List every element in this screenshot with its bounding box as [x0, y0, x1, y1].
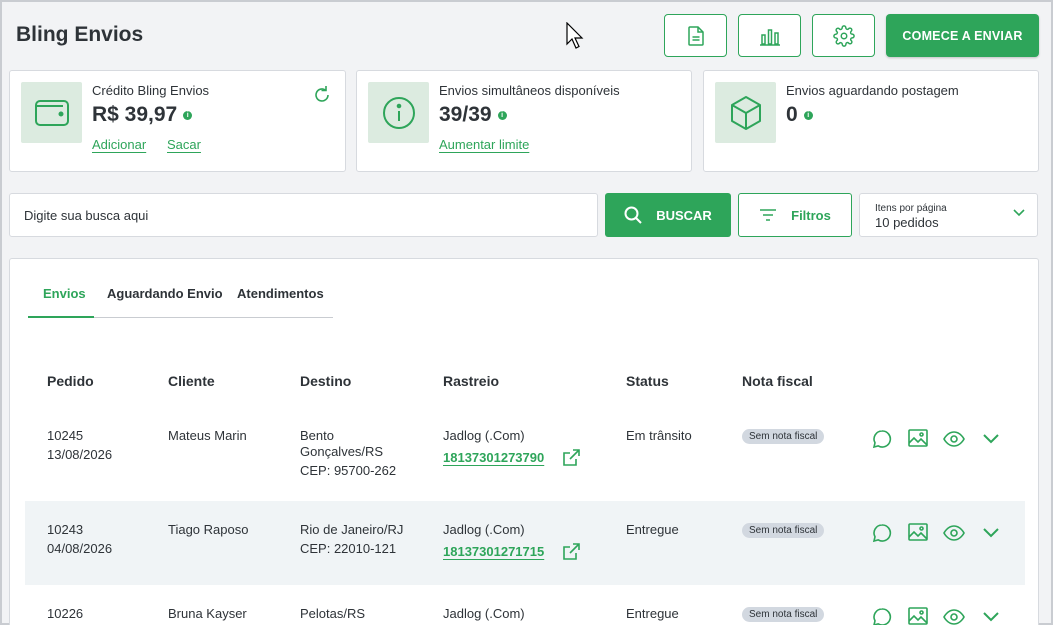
- search-icon: [624, 206, 642, 224]
- search-field: [9, 193, 598, 237]
- items-per-page-select[interactable]: Itens por página 10 pedidos: [859, 193, 1038, 237]
- image-icon[interactable]: [908, 607, 928, 625]
- carrier-name: Jadlog (.Com): [443, 606, 525, 621]
- wallet-icon: [21, 82, 82, 143]
- filters-button[interactable]: Filtros: [738, 193, 852, 237]
- status-text: Entregue: [626, 606, 679, 621]
- column-header-status: Status: [626, 373, 669, 389]
- shipments-panel: Envios Aguardando Envio Atendimentos Ped…: [9, 258, 1039, 625]
- destination-city: Rio de Janeiro/RJ: [300, 522, 404, 537]
- info-circle-icon: [368, 82, 429, 143]
- chevron-down-icon[interactable]: [983, 528, 999, 538]
- simultaneous-card: Envios simultâneos disponíveis 39/39 i A…: [356, 70, 692, 172]
- filters-label: Filtros: [791, 207, 831, 223]
- table-row: 10226 Bruna Kayser Pelotas/RS Jadlog (.C…: [25, 587, 1025, 625]
- search-button[interactable]: BUSCAR: [605, 193, 731, 237]
- column-header-pedido: Pedido: [47, 373, 94, 389]
- column-header-nota-fiscal: Nota fiscal: [742, 373, 813, 389]
- add-credit-link[interactable]: Adicionar: [92, 137, 146, 152]
- eye-icon[interactable]: [943, 431, 965, 447]
- customer-name: Mateus Marin: [168, 428, 247, 443]
- chat-icon[interactable]: [872, 429, 892, 449]
- per-page-value: 10 pedidos: [875, 215, 939, 230]
- invoice-badge: Sem nota fiscal: [742, 523, 825, 538]
- awaiting-card: Envios aguardando postagem 0 i: [703, 70, 1039, 172]
- destination-state: Gonçalves/RS: [300, 444, 384, 459]
- header: Bling Envios COMECE A ENVIAR: [2, 2, 1051, 72]
- status-text: Entregue: [626, 522, 679, 537]
- table-row: 10245 13/08/2026 Mateus Marin Bento Gonç…: [25, 409, 1025, 499]
- tracking-link[interactable]: 18137301271715: [443, 543, 544, 561]
- external-link-icon[interactable]: [562, 449, 580, 467]
- refresh-icon[interactable]: [313, 84, 331, 104]
- withdraw-link[interactable]: Sacar: [167, 137, 201, 152]
- document-icon: [687, 25, 704, 46]
- tab-atendimentos[interactable]: Atendimentos: [237, 286, 324, 301]
- column-header-rastreio: Rastreio: [443, 373, 500, 389]
- search-button-label: BUSCAR: [656, 207, 712, 223]
- customer-name: Tiago Raposo: [168, 522, 249, 537]
- credit-card: Crédito Bling Envios R$ 39,97 i Adiciona…: [9, 70, 346, 172]
- chevron-down-icon[interactable]: [983, 434, 999, 444]
- order-date: 13/08/2026: [47, 447, 113, 462]
- eye-icon[interactable]: [943, 609, 965, 625]
- info-icon[interactable]: i: [803, 110, 813, 120]
- destination-cep: CEP: 95700-262: [300, 463, 397, 478]
- credit-value: R$ 39,97 i: [92, 103, 193, 127]
- chat-icon[interactable]: [872, 607, 892, 625]
- tab-envios[interactable]: Envios: [43, 286, 86, 301]
- box-icon: [715, 82, 776, 143]
- active-tab-indicator: [28, 316, 94, 318]
- chevron-down-icon: [1013, 209, 1025, 217]
- tab-bar: Envios Aguardando Envio Atendimentos: [28, 281, 333, 318]
- awaiting-count: 0: [786, 103, 798, 126]
- awaiting-value: 0 i: [786, 103, 813, 127]
- filter-lines-icon: [760, 209, 777, 221]
- image-icon[interactable]: [908, 429, 928, 447]
- column-header-cliente: Cliente: [168, 373, 215, 389]
- carrier-name: Jadlog (.Com): [443, 522, 525, 537]
- start-shipping-button[interactable]: COMECE A ENVIAR: [886, 14, 1039, 57]
- simultaneous-value: 39/39 i: [439, 103, 507, 127]
- simultaneous-count: 39/39: [439, 103, 492, 126]
- page-title: Bling Envios: [16, 23, 144, 46]
- chat-icon[interactable]: [872, 523, 892, 543]
- awaiting-label: Envios aguardando postagem: [786, 83, 959, 98]
- credit-amount: R$ 39,97: [92, 103, 178, 126]
- credit-label: Crédito Bling Envios: [92, 83, 210, 98]
- tab-aguardando-envio[interactable]: Aguardando Envio: [107, 286, 223, 301]
- order-number: 10226: [47, 606, 84, 621]
- info-icon[interactable]: i: [497, 110, 507, 120]
- tracking-link[interactable]: 18137301273790: [443, 449, 544, 467]
- simultaneous-label: Envios simultâneos disponíveis: [439, 83, 620, 98]
- customer-name: Bruna Kayser: [168, 606, 247, 621]
- table-row: 10243 04/08/2026 Tiago Raposo Rio de Jan…: [25, 501, 1025, 585]
- statistics-button[interactable]: [738, 14, 801, 57]
- gear-icon: [832, 24, 855, 47]
- report-document-button[interactable]: [664, 14, 727, 57]
- destination-cep: CEP: 22010-121: [300, 541, 397, 556]
- bar-chart-icon: [759, 28, 780, 46]
- invoice-badge: Sem nota fiscal: [742, 429, 825, 444]
- carrier-name: Jadlog (.Com): [443, 428, 525, 443]
- search-input[interactable]: [24, 207, 597, 223]
- destination-city: Pelotas/RS: [300, 606, 366, 621]
- per-page-label: Itens por página: [875, 203, 947, 214]
- column-header-destino: Destino: [300, 373, 352, 389]
- order-number: 10245: [47, 428, 84, 443]
- settings-button[interactable]: [812, 14, 875, 57]
- external-link-icon[interactable]: [562, 543, 580, 561]
- image-icon[interactable]: [908, 523, 928, 541]
- chevron-down-icon[interactable]: [983, 612, 999, 622]
- eye-icon[interactable]: [943, 525, 965, 541]
- order-date: 04/08/2026: [47, 541, 113, 556]
- info-icon[interactable]: i: [183, 110, 193, 120]
- status-text: Em trânsito: [626, 428, 692, 443]
- mouse-cursor-icon: [566, 22, 584, 49]
- increase-limit-link[interactable]: Aumentar limite: [439, 137, 529, 152]
- order-number: 10243: [47, 522, 84, 537]
- invoice-badge: Sem nota fiscal: [742, 607, 825, 622]
